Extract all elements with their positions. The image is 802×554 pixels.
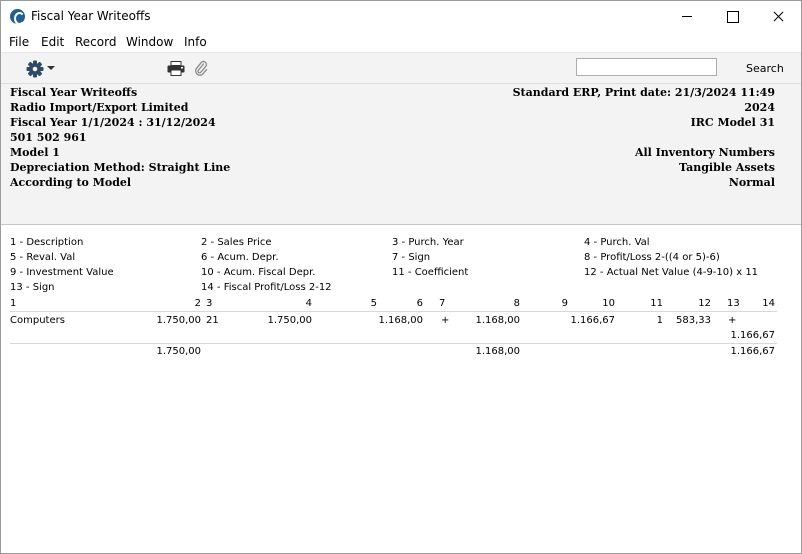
report-title: Fiscal Year Writeoffs <box>10 86 138 99</box>
report-window: Fiscal Year Writeoffs File Edit Record W… <box>0 0 802 554</box>
row-profit-loss: 1.168,00 <box>475 315 520 326</box>
row-fiscal-profit-loss: 1.166,67 <box>730 330 775 341</box>
legend-item: 6 - Acum. Depr. <box>201 252 279 263</box>
menu-edit[interactable]: Edit <box>41 35 64 49</box>
row-purch-val: 1.750,00 <box>267 315 312 326</box>
inventory-numbers: All Inventory Numbers <box>634 146 775 159</box>
menu-info[interactable]: Info <box>184 35 207 49</box>
column-number: 5 <box>370 298 377 309</box>
according-to: According to Model <box>10 176 132 189</box>
chevron-down-icon[interactable] <box>47 66 55 70</box>
row-sign-2: + <box>728 315 737 326</box>
legend-item: 3 - Purch. Year <box>392 237 464 248</box>
vat-number: 501 502 961 <box>10 131 87 144</box>
column-number: 4 <box>305 298 312 309</box>
minimize-button[interactable] <box>663 1 709 32</box>
column-number: 14 <box>762 298 775 309</box>
report-header: Fiscal Year Writeoffs Radio Import/Expor… <box>1 83 801 225</box>
row-acum-fiscal-depr: 1.166,67 <box>570 315 615 326</box>
menu-window[interactable]: Window <box>126 35 173 49</box>
row-purch-year: 21 <box>206 315 219 326</box>
row-coefficient: 1 <box>656 315 663 326</box>
toolbar: Search <box>1 52 801 83</box>
window-title: Fiscal Year Writeoffs <box>31 9 151 23</box>
legend-item: 9 - Investment Value <box>10 267 114 278</box>
row-acum-depr: 1.168,00 <box>378 315 423 326</box>
depreciation-method: Depreciation Method: Straight Line <box>10 161 231 174</box>
close-button[interactable] <box>755 1 801 32</box>
attachment-icon[interactable] <box>194 60 208 77</box>
column-number: 10 <box>602 298 615 309</box>
menu-record[interactable]: Record <box>75 35 116 49</box>
model-name: Model 1 <box>10 146 60 159</box>
maximize-button[interactable] <box>709 1 755 32</box>
legend-item: 11 - Coefficient <box>392 267 469 278</box>
total-sales-price: 1.750,00 <box>156 346 201 357</box>
app-logo-icon <box>10 9 25 25</box>
column-number: 1 <box>10 298 17 309</box>
title-bar[interactable]: Fiscal Year Writeoffs <box>1 1 801 32</box>
column-number: 8 <box>513 298 520 309</box>
column-number: 2 <box>194 298 201 309</box>
totals-divider <box>10 343 777 344</box>
legend-item: 1 - Description <box>10 237 84 248</box>
print-date: Standard ERP, Print date: 21/3/2024 11:4… <box>512 86 775 99</box>
column-number: 11 <box>650 298 663 309</box>
legend-item: 7 - Sign <box>392 252 431 263</box>
search-input[interactable] <box>576 58 717 76</box>
legend-item: 14 - Fiscal Profit/Loss 2-12 <box>201 282 332 293</box>
search-button[interactable]: Search <box>746 62 784 75</box>
normal-label: Normal <box>728 176 775 189</box>
print-icon[interactable] <box>167 61 185 76</box>
asset-type: Tangible Assets <box>678 161 775 174</box>
irc-model: IRC Model 31 <box>690 116 775 129</box>
row-actual-net-value: 583,33 <box>676 315 711 326</box>
column-number: 9 <box>561 298 568 309</box>
total-fiscal-profit-loss: 1.166,67 <box>730 346 775 357</box>
legend-item: 2 - Sales Price <box>201 237 272 248</box>
column-number: 12 <box>698 298 711 309</box>
legend-item: 13 - Sign <box>10 282 55 293</box>
row-sales-price: 1.750,00 <box>156 315 201 326</box>
company-name: Radio Import/Export Limited <box>10 101 189 114</box>
menu-file[interactable]: File <box>9 35 29 49</box>
fiscal-year-period: Fiscal Year 1/1/2024 : 31/12/2024 <box>10 116 216 129</box>
row-sign: + <box>441 315 450 326</box>
gear-icon[interactable] <box>26 60 44 78</box>
legend-item: 12 - Actual Net Value (4-9-10) x 11 <box>584 267 759 278</box>
legend-item: 8 - Profit/Loss 2-((4 or 5)-6) <box>584 252 720 263</box>
menu-bar: File Edit Record Window Info <box>1 32 801 52</box>
column-number: 6 <box>416 298 423 309</box>
row-description: Computers <box>10 315 65 326</box>
column-number: 7 <box>439 298 446 309</box>
total-profit-loss: 1.168,00 <box>475 346 520 357</box>
legend-item: 5 - Reval. Val <box>10 252 76 263</box>
legend-item: 4 - Purch. Val <box>584 237 650 248</box>
report-body: 1 - Description 2 - Sales Price 3 - Purc… <box>1 227 801 553</box>
report-year: 2024 <box>744 101 775 114</box>
column-number: 13 <box>727 298 740 309</box>
legend-item: 10 - Acum. Fiscal Depr. <box>201 267 316 278</box>
header-divider <box>10 311 777 312</box>
column-number: 3 <box>206 298 213 309</box>
